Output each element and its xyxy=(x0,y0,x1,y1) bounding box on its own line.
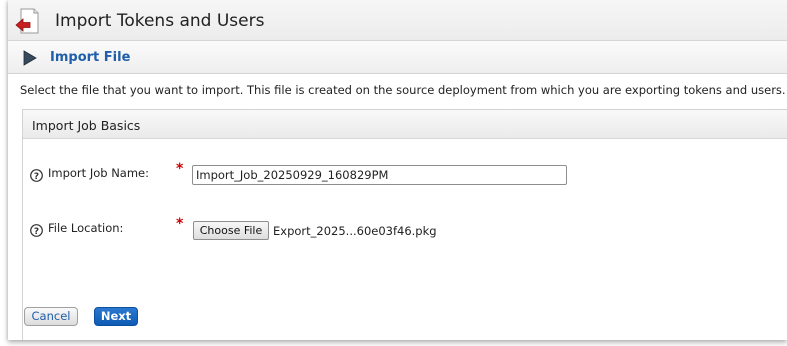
job-name-label: Import Job Name: xyxy=(48,166,150,180)
job-name-input[interactable] xyxy=(192,165,567,185)
required-marker: * xyxy=(176,161,184,177)
cancel-button[interactable]: Cancel xyxy=(24,307,78,326)
import-document-icon xyxy=(12,6,42,36)
panel-title: Import Job Basics xyxy=(32,118,141,133)
next-button[interactable]: Next xyxy=(94,307,138,326)
file-location-label: File Location: xyxy=(48,221,124,235)
play-triangle-icon xyxy=(22,50,38,66)
choose-file-button[interactable]: Choose File xyxy=(193,221,269,240)
instructions-text: Select the file that you want to import.… xyxy=(20,83,786,97)
selected-file-name: Export_2025...60e03f46.pkg xyxy=(273,224,437,238)
required-marker: * xyxy=(176,216,184,232)
svg-text:?: ? xyxy=(34,172,39,182)
section-header: Import File xyxy=(8,41,787,74)
help-question-icon[interactable]: ? xyxy=(30,222,43,237)
panel-header: Import Job Basics xyxy=(23,110,787,139)
svg-text:?: ? xyxy=(34,227,39,237)
import-window: Import Tokens and Users Import File Sele… xyxy=(8,0,787,340)
window-titlebar: Import Tokens and Users xyxy=(8,0,787,41)
window-title: Import Tokens and Users xyxy=(55,11,265,31)
help-question-icon[interactable]: ? xyxy=(30,167,43,182)
section-title: Import File xyxy=(50,50,131,65)
